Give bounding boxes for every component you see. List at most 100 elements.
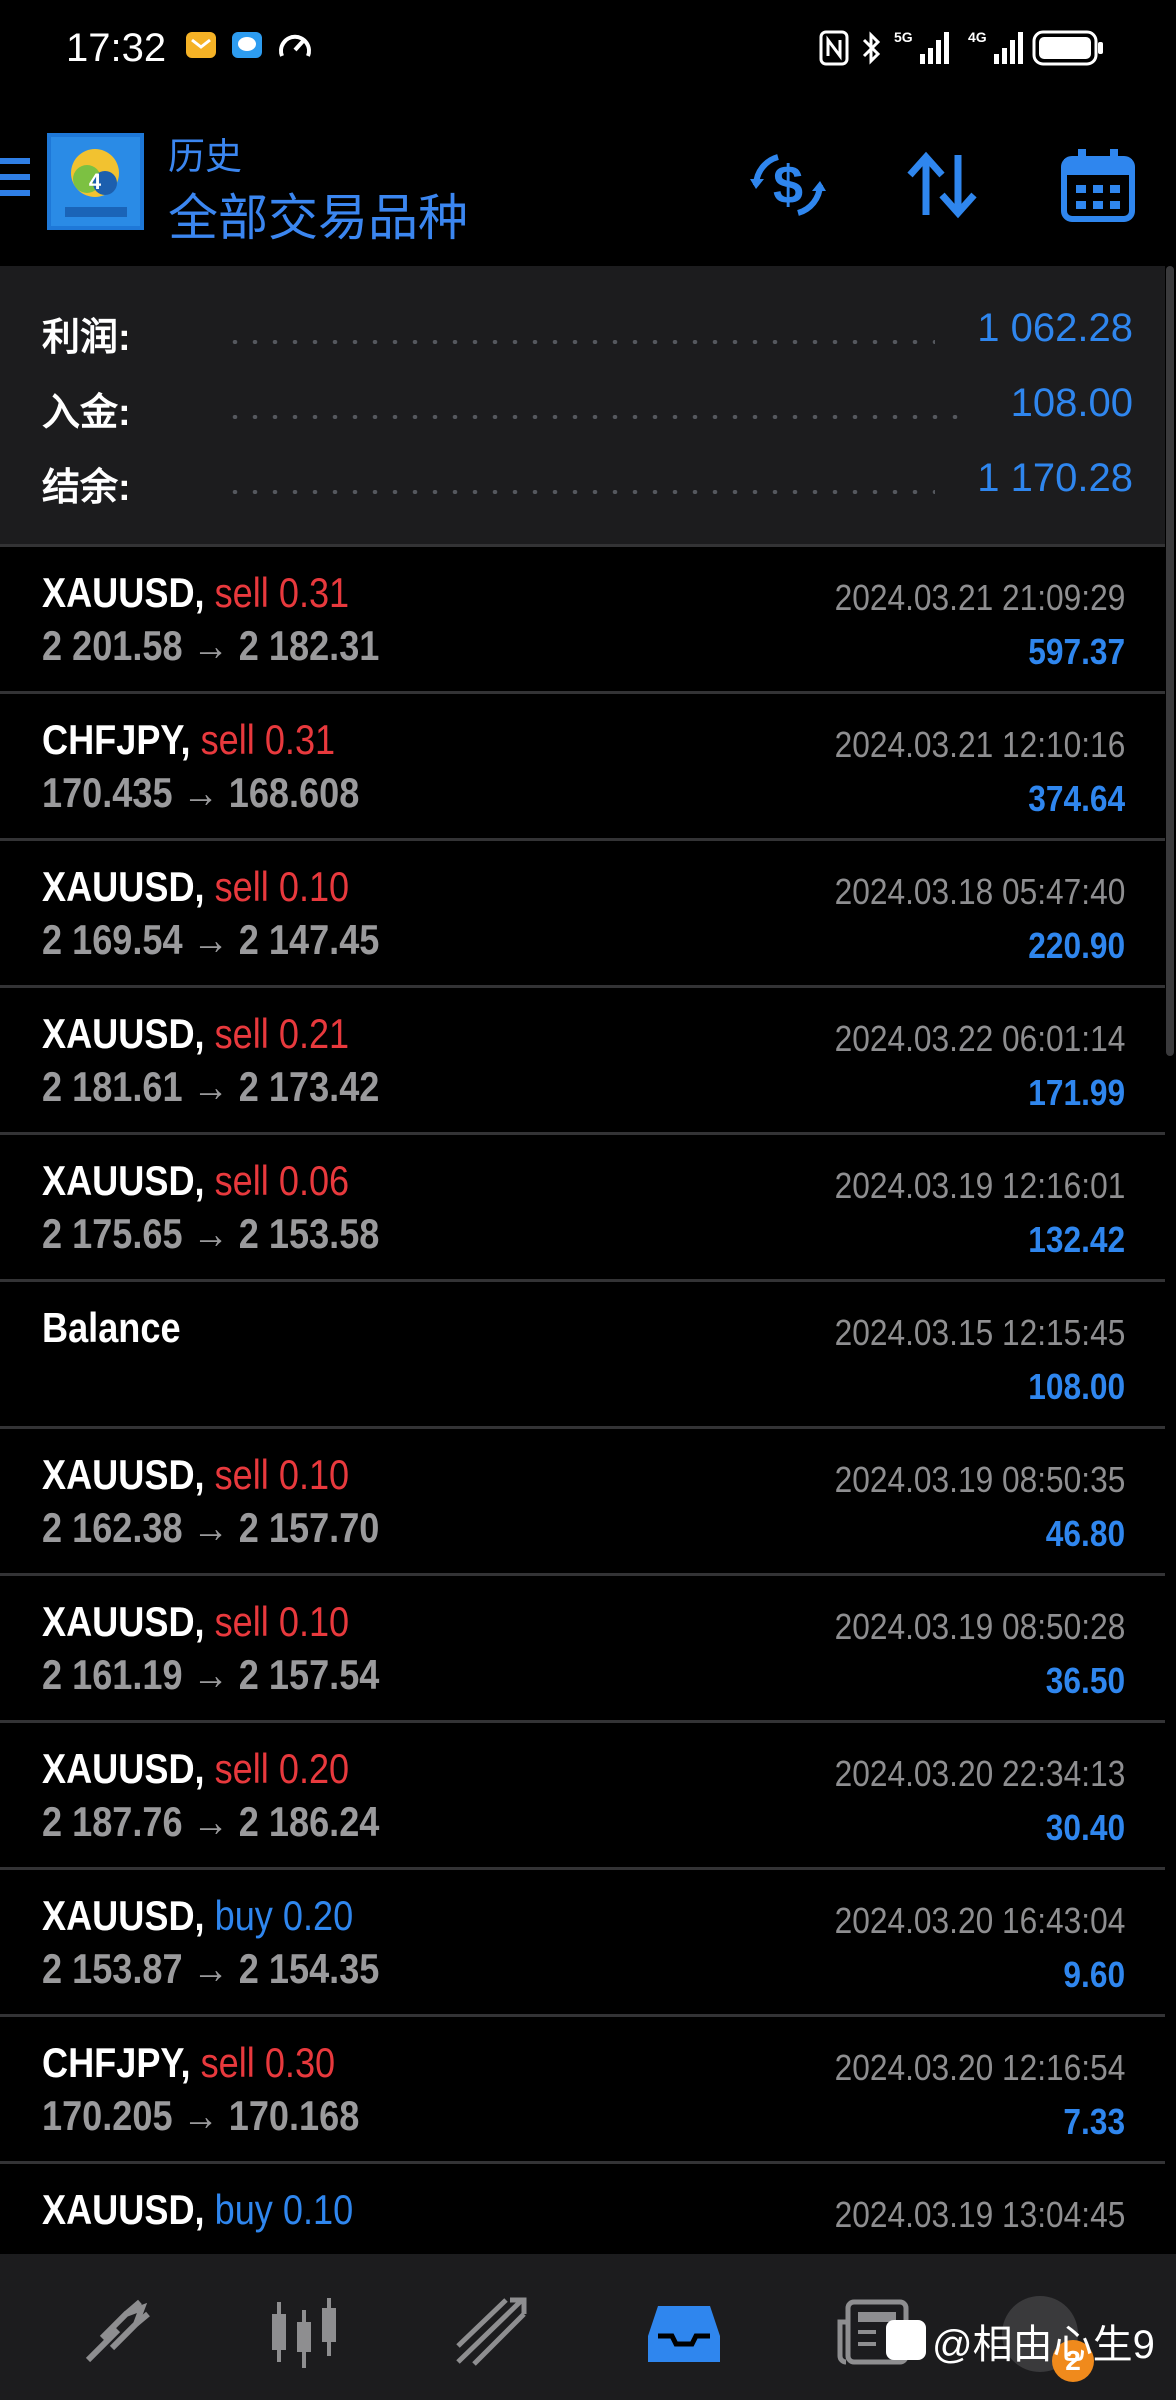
watermark-label: @相由心生9 (932, 2323, 1155, 2367)
history-icon[interactable] (644, 2292, 724, 2372)
deal-profit: 171.99 (1028, 1072, 1125, 1113)
side-label: sell (214, 1157, 269, 1204)
deal-row[interactable]: XAUUSD, sell 0.31 2 201.58 → 2 182.31 2024… (0, 544, 1165, 694)
deal-symbol: XAUUSD, sell 0.21 (42, 1010, 349, 1058)
deal-symbol: XAUUSD, buy 0.20 (42, 1892, 353, 1940)
deal-symbol: CHFJPY, sell 0.31 (42, 716, 335, 764)
deal-prices: 2 169.54 → 2 147.45 (42, 916, 380, 963)
menu-icon[interactable] (0, 158, 30, 202)
volume-label: 0.31 (278, 569, 350, 616)
deal-symbol: XAUUSD, sell 0.06 (42, 1157, 349, 1205)
svg-text:5G: 5G (894, 29, 913, 45)
deal-row[interactable]: XAUUSD, sell 0.10 2 162.38 → 2 157.70 2024… (0, 1426, 1165, 1576)
deal-row[interactable]: XAUUSD, sell 0.06 2 175.65 → 2 153.58 2024… (0, 1132, 1165, 1282)
deal-row[interactable]: XAUUSD, buy 0.20 2 153.87 → 2 154.35 2024.… (0, 1867, 1165, 2017)
deal-symbol: Balance (42, 1304, 181, 1352)
symbol-label: XAUUSD, (42, 1451, 205, 1498)
deal-row[interactable]: XAUUSD, sell 0.20 2 187.76 → 2 186.24 2024… (0, 1720, 1165, 1870)
symbol-label: XAUUSD, (42, 1598, 205, 1645)
quotes-icon[interactable] (78, 2292, 158, 2372)
deal-prices: 170.435 → 168.608 (42, 769, 360, 816)
summary-value: 1 170.28 (977, 456, 1133, 500)
side-label: sell (214, 1745, 269, 1792)
volume-label: 0.21 (278, 1010, 350, 1057)
deal-list[interactable]: XAUUSD, sell 0.31 2 201.58 → 2 182.31 2024… (0, 544, 1165, 2254)
deal-profit: 9.60 (1063, 1954, 1125, 1995)
dot-leader (225, 340, 935, 344)
battery-icon (1032, 30, 1103, 66)
symbol-label: CHFJPY, (42, 716, 191, 763)
summary-label: 利润: (42, 317, 131, 359)
deal-side: sell 0.31 (215, 569, 350, 616)
deal-date: 2024.03.19 12:16:01 (834, 1165, 1125, 1206)
calendar-icon[interactable] (1058, 145, 1138, 225)
symbol-label: XAUUSD, (42, 863, 205, 910)
sort-icon[interactable] (902, 145, 982, 225)
deal-date: 2024.03.19 13:04:45 (834, 2194, 1125, 2235)
deal-row[interactable]: XAUUSD, sell 0.21 2 181.61 → 2 173.42 2024… (0, 985, 1165, 1135)
deal-row[interactable]: CHFJPY, sell 0.31 170.435 → 168.608 2024.0… (0, 691, 1165, 841)
deal-prices: 2 201.58 → 2 182.31 (42, 622, 380, 669)
deal-date: 2024.03.20 12:16:54 (834, 2047, 1125, 2088)
speed-icon (279, 34, 311, 57)
chart-icon[interactable] (264, 2292, 344, 2372)
deal-date: 2024.03.21 21:09:29 (834, 577, 1125, 618)
svg-text:4: 4 (89, 169, 102, 194)
header-title[interactable]: 全部交易品种 (168, 178, 468, 250)
status-bar: 17:32 5G 4G (0, 0, 1176, 100)
side-label: sell (200, 2039, 255, 2086)
deal-prices: 2 161.19 → 2 157.54 (42, 1651, 380, 1698)
deal-date: 2024.03.22 06:01:14 (834, 1018, 1125, 1059)
svg-text:4G: 4G (968, 29, 987, 45)
deal-row[interactable]: XAUUSD, buy 0.10 2024.03.19 13:04:45 (0, 2161, 1165, 2254)
deal-profit: 108.00 (1028, 1366, 1125, 1407)
deal-profit: 46.80 (1045, 1513, 1125, 1554)
symbol-label: XAUUSD, (42, 569, 205, 616)
deal-prices: 2 175.65 → 2 153.58 (42, 1210, 380, 1257)
deal-prices: 2 187.76 → 2 186.24 (42, 1798, 380, 1845)
4g-signal-icon: 4G (968, 29, 1023, 64)
trade-icon[interactable] (452, 2292, 532, 2372)
deal-side: sell 0.06 (215, 1157, 350, 1204)
svg-text:$: $ (773, 155, 803, 215)
volume-label: 0.31 (264, 716, 336, 763)
currency-exchange-icon[interactable]: $ (748, 145, 828, 225)
bluetooth-icon (862, 31, 881, 65)
deal-row[interactable]: XAUUSD, sell 0.10 2 161.19 → 2 157.54 2024… (0, 1573, 1165, 1723)
deal-date: 2024.03.15 12:15:45 (834, 1312, 1125, 1353)
deal-symbol: XAUUSD, sell 0.10 (42, 863, 349, 911)
deal-side: sell 0.10 (215, 863, 350, 910)
deal-side: sell 0.10 (215, 1598, 350, 1645)
scrollbar[interactable] (1166, 266, 1174, 1056)
deal-side: buy 0.20 (215, 1892, 354, 1939)
deal-row[interactable]: CHFJPY, sell 0.30 170.205 → 170.168 2024.0… (0, 2014, 1165, 2164)
symbol-label: XAUUSD, (42, 1010, 205, 1057)
deal-profit: 374.64 (1028, 778, 1125, 819)
deal-symbol: XAUUSD, buy 0.10 (42, 2186, 353, 2234)
deal-profit: 36.50 (1045, 1660, 1125, 1701)
deal-date: 2024.03.21 12:10:16 (834, 724, 1125, 765)
summary-label: 结余: (42, 467, 131, 509)
volume-label: 0.20 (278, 1745, 350, 1792)
summary-deposit-row: 入金: 108.00 (0, 381, 1165, 441)
volume-label: 0.20 (282, 1892, 354, 1939)
volume-label: 0.10 (278, 1598, 350, 1645)
deal-symbol: CHFJPY, sell 0.30 (42, 2039, 335, 2087)
summary-panel: 利润: 1 062.28 入金: 108.00 结余: 1 170.28 (0, 266, 1165, 544)
app-logo: 4 (47, 133, 144, 230)
side-label: sell (214, 863, 269, 910)
deal-date: 2024.03.19 08:50:28 (834, 1606, 1125, 1647)
5g-signal-icon: 5G (894, 29, 949, 64)
deal-profit: 7.33 (1063, 2101, 1125, 2142)
side-label: sell (214, 1010, 269, 1057)
deal-row[interactable]: XAUUSD, sell 0.10 2 169.54 → 2 147.45 2024… (0, 838, 1165, 988)
balance-row[interactable]: Balance 2024.03.15 12:15:45 108.00 (0, 1279, 1165, 1429)
dot-leader (225, 490, 935, 494)
symbol-label: XAUUSD, (42, 2186, 205, 2233)
summary-value: 1 062.28 (977, 306, 1133, 350)
deal-side: buy 0.10 (215, 2186, 354, 2233)
side-label: sell (214, 1598, 269, 1645)
deal-side: sell 0.31 (201, 716, 336, 763)
deal-date: 2024.03.20 16:43:04 (834, 1900, 1125, 1941)
watermark-text: ​@相由心生9 (890, 2312, 1155, 2370)
